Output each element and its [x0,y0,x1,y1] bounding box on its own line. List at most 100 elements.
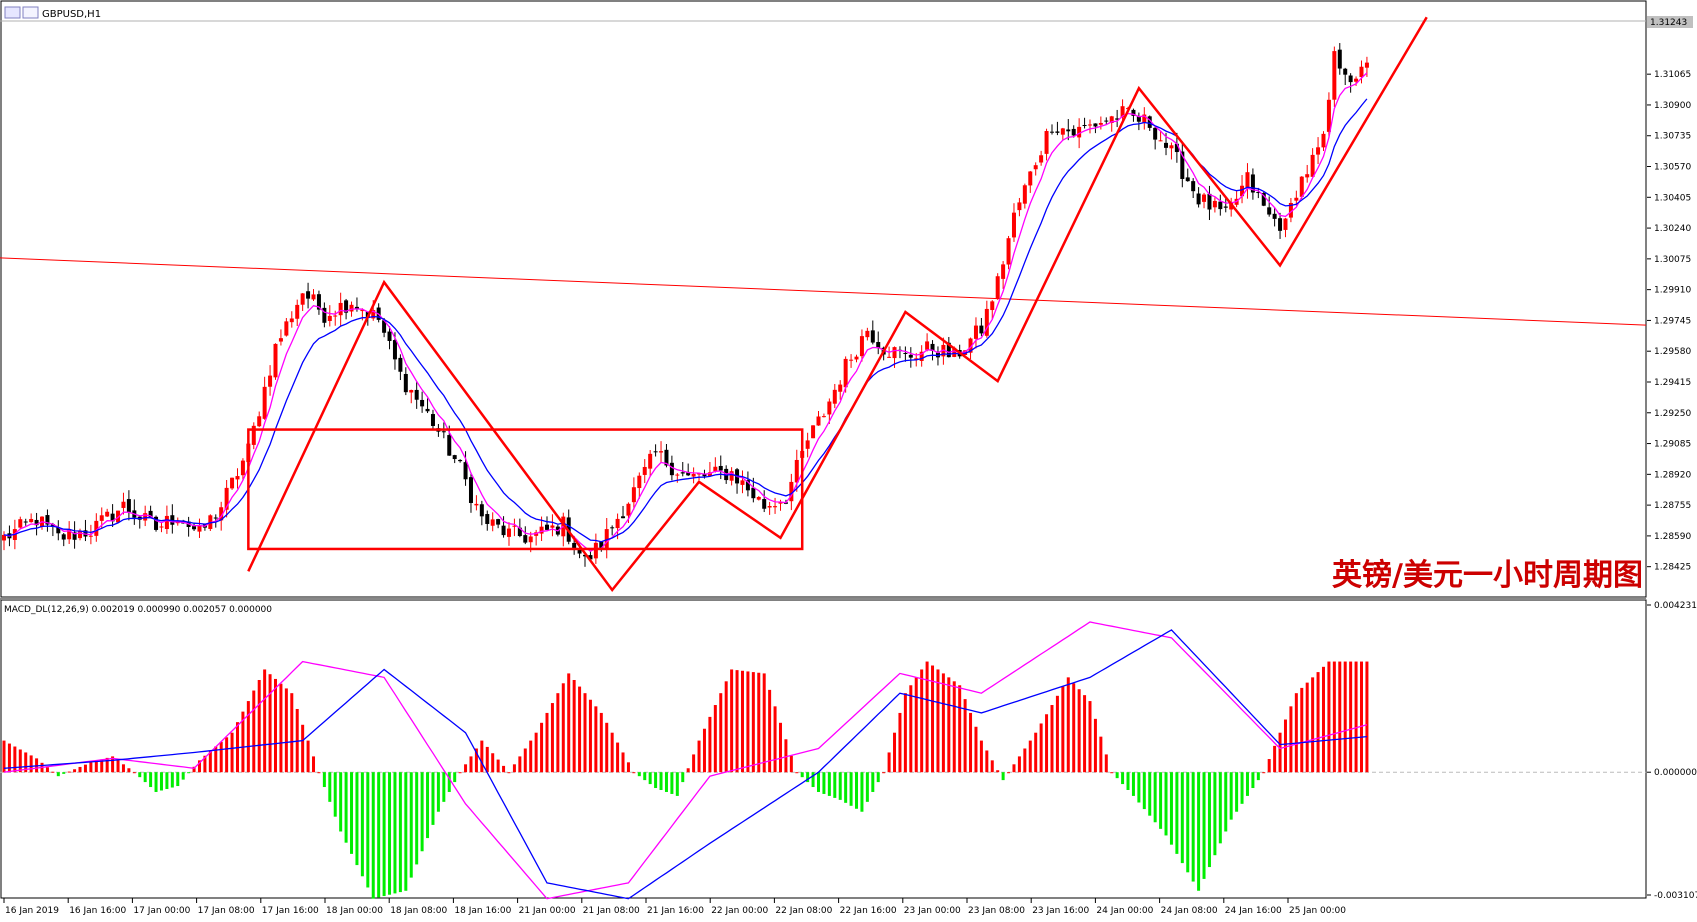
candle-body-bull [631,487,636,503]
macd-histogram-bar [909,685,913,773]
macd-histogram-bar [398,772,402,893]
candle [642,459,647,484]
candle-body-bull [289,318,294,323]
time-tick-label: 21 Jan 16:00 [647,906,704,916]
candle-body-bear [1093,123,1098,127]
candle-body-bear [908,354,913,358]
candle-body-bear [452,455,457,460]
macd-histogram-bar [404,772,408,891]
candle [230,477,235,490]
macd-histogram-bar [165,772,169,790]
candle [295,299,300,326]
candle-body-bull [805,440,810,449]
candle [414,380,419,409]
macd-histogram-bar [246,701,250,773]
macd-histogram-bar [431,772,435,825]
macd-histogram-bar [1283,719,1287,773]
candle [506,522,511,546]
candle-body-bull [99,515,104,521]
macd-histogram-bar [1349,661,1353,773]
time-tick-label: 22 Jan 16:00 [840,906,897,916]
candle-body-bull [1028,171,1033,186]
candle-body-bull [1039,155,1044,163]
candle [126,490,131,521]
candle-body-bear [718,465,723,471]
macd-histogram-bar [936,669,940,773]
macd-histogram-bar [1360,661,1363,773]
candle-body-bear [669,462,674,476]
macd-histogram-bar [1121,772,1125,785]
price-tick-label: 1.29580 [1654,347,1691,357]
candle [621,505,626,519]
candle [675,473,680,483]
macd-histogram-bar [616,742,620,773]
macd-histogram-bar [599,712,603,773]
candle [610,525,615,536]
candle-body-bear [192,526,197,530]
macd-histogram-bar [415,772,419,865]
candle-body-bear [1223,206,1228,208]
candle-body-bull [338,302,343,316]
candle-body-bull [1212,200,1217,208]
macd-histogram-bar [45,767,49,773]
macd-histogram-bar [317,772,321,774]
candle-body-bear [653,451,658,453]
candle [995,273,1000,300]
candle-body-bear [1343,68,1348,75]
macd-histogram-bar [1066,677,1070,773]
candle [235,468,240,489]
macd-histogram-bar [29,755,33,773]
macd-histogram-bar [550,703,554,773]
time-tick-label: 24 Jan 16:00 [1225,906,1282,916]
macd-histogram-bar [453,772,457,783]
price-tick-label: 1.29910 [1654,286,1691,296]
macd-histogram-bar [556,693,560,773]
macd-histogram-bar [941,673,945,773]
macd-histogram-bar [1354,661,1358,773]
candle [452,454,457,464]
candle-body-bull [659,451,664,453]
macd-histogram-bar [833,772,837,798]
candle-body-bear [1104,120,1109,122]
candle [1191,178,1196,199]
time-tick-label: 23 Jan 08:00 [968,906,1025,916]
macd-histogram-bar [1321,666,1325,773]
macd-histogram-bar [534,732,538,773]
candle [653,444,658,457]
candle-body-bear [1066,129,1071,132]
candle-body-bear [398,357,403,372]
macd-histogram-bar [339,772,343,832]
macd-histogram-bar [605,722,609,773]
current-price-label: 1.31243 [1650,18,1687,28]
candle [1142,107,1147,130]
candle-body-bull [767,506,772,508]
macd-histogram-bar [382,772,386,897]
candle [1153,126,1158,150]
time-tick-label: 16 Jan 2019 [5,906,59,916]
macd-histogram-bar [1137,772,1141,803]
ma-slow-line [3,98,1368,543]
macd-histogram-bar [1164,772,1168,836]
candle-body-bear [1267,207,1272,215]
macd-histogram-bar [990,760,994,773]
macd-histogram-bar [871,772,875,792]
candle [512,518,517,537]
macd-histogram-bar [301,724,305,773]
candle [278,329,283,346]
candle-body-bull [1169,145,1174,149]
macd-histogram-bar [1142,772,1146,810]
macd-histogram-bar [73,769,77,773]
macd-histogram-bar [795,772,799,774]
candle [821,413,826,418]
candle [1305,164,1310,183]
candle-body-bull [642,466,647,475]
candle [1207,185,1212,221]
macd-histogram-bar [420,772,424,852]
candle-body-bear [1049,131,1054,133]
candle [729,467,734,486]
candle [490,512,495,532]
candle [1348,73,1353,93]
macd-histogram-bar [507,772,511,774]
macd-histogram-bar [1017,756,1021,773]
candle-body-bear [1278,218,1283,231]
